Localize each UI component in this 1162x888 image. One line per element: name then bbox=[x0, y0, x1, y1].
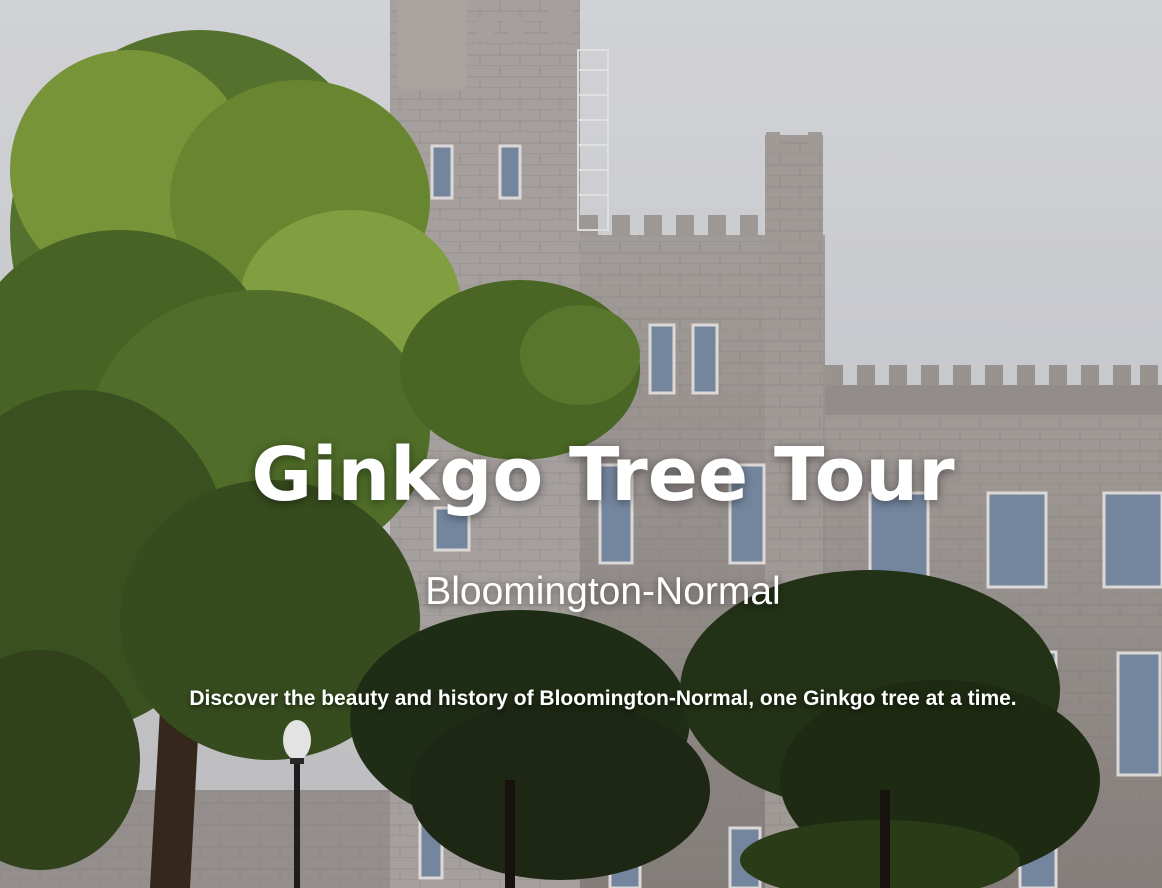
hero-section: Ginkgo Tree Tour Bloomington-Normal Disc… bbox=[0, 0, 1162, 888]
page-title: Ginkgo Tree Tour bbox=[251, 432, 955, 518]
page-subtitle: Bloomington-Normal bbox=[425, 570, 781, 613]
hero-tagline: Discover the beauty and history of Bloom… bbox=[189, 687, 1017, 710]
